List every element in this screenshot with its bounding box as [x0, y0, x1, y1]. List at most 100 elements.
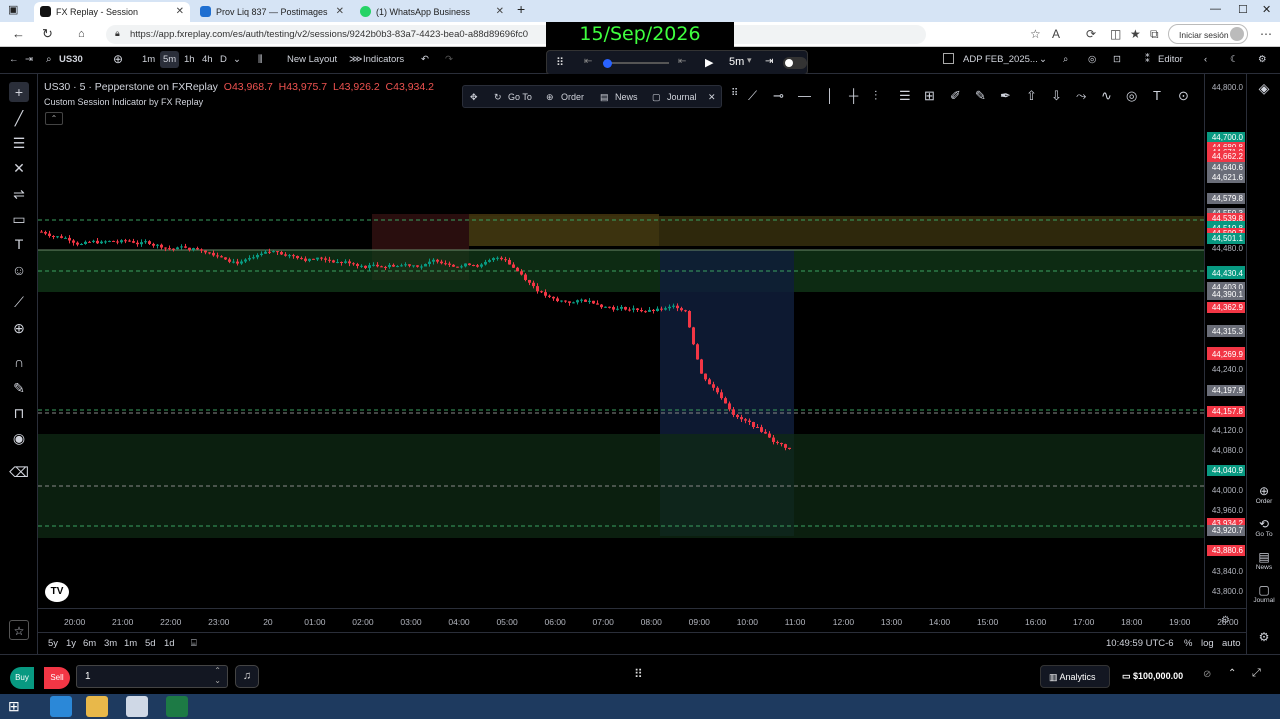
pin-icon[interactable]: ⊙ — [1178, 88, 1189, 104]
candlestick-chart[interactable] — [38, 74, 1204, 608]
path-icon[interactable]: ⤳ — [1076, 88, 1086, 104]
fib-retracement-icon[interactable]: ☰ — [899, 88, 911, 104]
wave-icon[interactable]: ∿ — [1101, 88, 1112, 104]
maximize-icon[interactable]: ☐ — [1238, 3, 1248, 16]
quantity-input[interactable]: 1 ⌃ ⌄ — [76, 665, 228, 688]
stepper-up-icon[interactable]: ⌃ — [214, 666, 221, 675]
vertical-line-icon[interactable]: │ — [826, 88, 834, 103]
journal-panel-button[interactable]: ▢ Journal — [1247, 583, 1280, 604]
favorites-icon[interactable]: ★ — [1130, 27, 1141, 41]
goto-panel-button[interactable]: ⟲ Go To — [1247, 517, 1280, 538]
back-icon[interactable]: ← — [9, 54, 19, 65]
chevron-down-icon[interactable]: ⌄ — [233, 54, 241, 65]
price-axis[interactable]: 44,800.0 44,480.0 44,240.0 44,120.0 44,080.0… — [1204, 74, 1246, 608]
skip-icon[interactable]: ⇥ — [25, 54, 33, 65]
rectangle-grid-icon[interactable]: ⊞ — [924, 88, 935, 104]
split-screen-icon[interactable]: ◫ — [1110, 27, 1121, 41]
step-forward-icon[interactable]: ⇥ — [765, 56, 773, 67]
fib-icon[interactable]: ☰ — [9, 133, 29, 153]
target-icon[interactable]: ◎ — [1088, 54, 1096, 65]
range-1d[interactable]: 1d — [164, 638, 175, 649]
trash-icon[interactable]: ⌫ — [9, 462, 29, 482]
home-icon[interactable]: ⌂ — [78, 28, 85, 40]
replay-progress-handle[interactable] — [603, 59, 612, 68]
timeframe-1h[interactable]: 1h — [181, 51, 198, 68]
horizontal-ray-icon[interactable]: ⊸ — [773, 88, 784, 104]
timeframe-5m[interactable]: 5m — [160, 51, 180, 68]
lock-icon[interactable]: ⊓ — [9, 403, 29, 423]
minimize-icon[interactable]: — — [1210, 3, 1221, 15]
fullscreen-icon[interactable]: ⤢ — [1252, 667, 1261, 680]
trend-line-icon[interactable]: ⟋ — [748, 88, 757, 104]
add-symbol-icon[interactable]: ⊕ — [113, 52, 123, 66]
save-app-icon[interactable] — [126, 696, 148, 717]
autoplay-toggle[interactable] — [783, 57, 807, 69]
horizontal-line-icon[interactable]: — — [798, 88, 811, 103]
more-options-icon[interactable]: ⋯ — [1260, 27, 1272, 41]
undo-icon[interactable]: ↶ — [421, 54, 429, 65]
excel-icon[interactable] — [166, 696, 188, 717]
layers-icon[interactable]: ◈ — [1247, 80, 1280, 97]
session-name[interactable]: ADP FEB_2025... — [963, 54, 1038, 65]
browser-tab-whatsapp[interactable]: (1) WhatsApp Business ✕ — [354, 2, 510, 22]
timeframe-4h[interactable]: 4h — [199, 51, 216, 68]
range-6m[interactable]: 6m — [83, 638, 96, 649]
buy-button[interactable]: Buy — [10, 667, 34, 689]
ruler-icon[interactable]: ⟋ — [9, 292, 29, 312]
auto-toggle[interactable]: auto — [1222, 638, 1241, 649]
pen-icon[interactable]: ✒ — [1000, 88, 1011, 104]
step-back-icon[interactable]: ⇤ — [678, 56, 686, 67]
range-1m[interactable]: 1m — [124, 638, 137, 649]
settings-icon[interactable]: ⚙ — [1247, 630, 1280, 644]
crosshair-icon[interactable]: + — [9, 82, 29, 102]
text-icon[interactable]: T — [1153, 88, 1161, 103]
move-icon[interactable]: ✥ — [470, 92, 478, 103]
lock-drawing-icon[interactable]: ✎ — [9, 378, 29, 398]
translate-icon[interactable]: A — [1052, 27, 1060, 41]
news-panel-button[interactable]: ▤ News — [1247, 550, 1280, 571]
candles-icon[interactable]: ⫼ — [258, 54, 262, 65]
file-explorer-icon[interactable] — [86, 696, 108, 717]
journal-button[interactable]: Journal — [667, 92, 697, 102]
cross-line-icon[interactable]: ┼ — [849, 88, 858, 103]
redo-icon[interactable]: ↷ — [445, 54, 453, 65]
chevron-up-icon[interactable]: ⌃ — [1228, 668, 1236, 679]
indicators-button[interactable]: Indicators — [363, 54, 404, 65]
replay-speed[interactable]: 5m — [729, 56, 744, 68]
indicator-legend[interactable]: Custom Session Indicator by FX Replay — [44, 97, 203, 107]
url-field[interactable]: 🔒︎ https://app.fxreplay.com/es/auth/test… — [106, 25, 926, 44]
settings-icon[interactable]: ⚙ — [1258, 54, 1267, 65]
timeframe-1m[interactable]: 1m — [139, 51, 158, 68]
range-3m[interactable]: 3m — [104, 638, 117, 649]
shape-icon[interactable]: ▭ — [9, 209, 29, 229]
close-icon[interactable]: ✕ — [496, 6, 504, 17]
back-arrow-icon[interactable]: ← — [12, 26, 25, 41]
search-icon[interactable]: ⌕ — [46, 54, 52, 65]
window-close-icon[interactable]: ✕ — [1262, 3, 1271, 16]
collections-icon[interactable]: ⧉ — [1150, 27, 1159, 42]
axis-settings-icon[interactable]: ⚙ — [1221, 615, 1230, 626]
extensions-icon[interactable]: ⟳ — [1086, 27, 1096, 41]
stepper-down-icon[interactable]: ⌄ — [214, 676, 221, 685]
grid-menu-icon[interactable]: ⠿ — [634, 667, 643, 681]
theme-moon-icon[interactable]: ☾ — [1230, 54, 1239, 65]
percent-toggle[interactable]: % — [1184, 638, 1192, 649]
replay-progress-track[interactable] — [603, 62, 669, 64]
arrow-up-icon[interactable]: ⇧ — [1026, 88, 1037, 104]
eye-icon[interactable]: ◉ — [9, 428, 29, 448]
range-5d[interactable]: 5d — [145, 638, 156, 649]
arrow-down-icon[interactable]: ⇩ — [1051, 88, 1062, 104]
favorites-star-icon[interactable]: ☆ — [9, 620, 29, 640]
new-tab-icon[interactable]: + — [517, 1, 525, 17]
browser-tab-fxreplay[interactable]: FX Replay - Session ✕ — [34, 2, 190, 22]
pattern-icon[interactable]: ✕ — [9, 158, 29, 178]
zoom-icon[interactable]: ⊕ — [9, 318, 29, 338]
play-icon[interactable]: ▶ — [705, 56, 713, 69]
order-button[interactable]: Order — [561, 92, 584, 102]
hide-icon[interactable]: ⊘ — [1203, 669, 1211, 680]
sell-button[interactable]: Sell — [44, 667, 70, 689]
brush-icon[interactable]: ✐ — [950, 88, 961, 104]
star-icon[interactable]: ☆ — [1030, 27, 1041, 41]
sidebar-icon[interactable]: ▣ — [8, 3, 18, 16]
symbol-label[interactable]: US30 — [59, 54, 83, 65]
